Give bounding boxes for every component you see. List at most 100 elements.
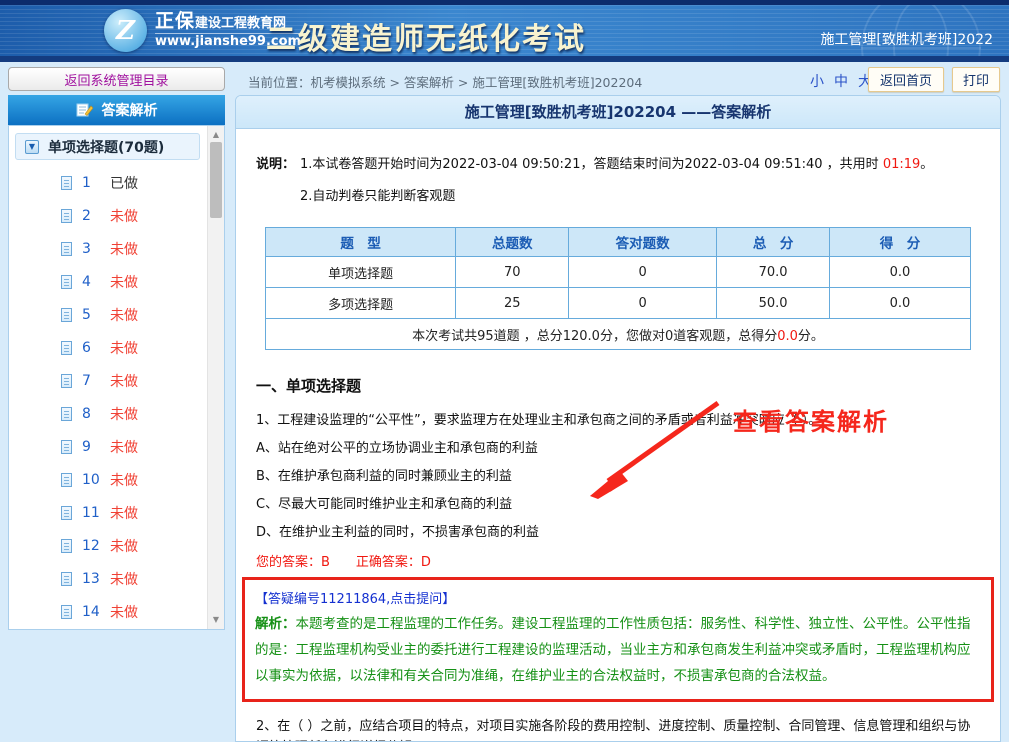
cell-total: 70: [456, 257, 569, 288]
question-status: 未做: [110, 569, 138, 589]
question-item-8[interactable]: 8 未做: [9, 397, 206, 430]
cell-type: 多项选择题: [266, 288, 456, 319]
breadcrumb: 当前位置：机考模拟系统 > 答案解析 > 施工管理[致胜机考班]202204: [248, 72, 642, 91]
question-item-11[interactable]: 11 未做: [9, 496, 206, 529]
col-earned-score: 得 分: [829, 228, 970, 257]
score-table-header-row: 题 型 总题数 答对题数 总 分 得 分: [266, 228, 971, 257]
question-item-14[interactable]: 14未做: [9, 595, 206, 628]
question-status: 未做: [110, 206, 138, 226]
question-number: 2: [82, 208, 100, 224]
document-icon: [61, 605, 72, 619]
document-icon: [61, 275, 72, 289]
back-to-admin-button[interactable]: 返回系统管理目录: [8, 67, 225, 91]
question-group-toggle[interactable]: ▼ 单项选择题(70题): [15, 133, 200, 160]
question-1-option-a: A、站在绝对公平的立场协调业主和承包商的利益: [256, 438, 980, 459]
question-item-6[interactable]: 6 未做: [9, 331, 206, 364]
question-number: 13: [82, 571, 100, 587]
sidebar-header-title: 答案解析: [102, 100, 158, 120]
notice-line-1: 1.本试卷答题开始时间为2022-03-04 09:50:21，答题结束时间为2…: [300, 153, 933, 172]
question-number: 3: [82, 241, 100, 257]
cell-score: 50.0: [717, 288, 830, 319]
notice-block: 说明： 1.本试卷答题开始时间为2022-03-04 09:50:21，答题结束…: [236, 129, 1000, 221]
col-total-count: 总题数: [456, 228, 569, 257]
question-status: 未做: [110, 536, 138, 556]
question-item-13[interactable]: 13 未做: [9, 562, 206, 595]
analysis-box-highlighted: 【答疑编号11211864,点击提问】 解析：本题考查的是工程监理的工作任务。建…: [242, 577, 994, 702]
question-item-7[interactable]: 7 未做: [9, 364, 206, 397]
question-status: 未做: [110, 404, 138, 424]
question-status: 未做: [110, 305, 138, 325]
question-number: 8: [82, 406, 100, 422]
sidebar-scrollbar[interactable]: ▲ ▼: [207, 126, 224, 629]
notice-line-2: 2.自动判卷只能判断客观题: [300, 185, 933, 204]
question-number: 1: [82, 175, 100, 191]
document-icon: [61, 440, 72, 454]
question-status: 未做: [110, 371, 138, 391]
question-number: 5: [82, 307, 100, 323]
toolbar: 返回系统管理目录 当前位置：机考模拟系统 > 答案解析 > 施工管理[致胜机考班…: [0, 62, 1009, 95]
question-number: 10: [82, 472, 100, 488]
scroll-up-icon[interactable]: ▲: [208, 128, 224, 142]
cell-earned: 0.0: [829, 257, 970, 288]
question-number: 6: [82, 340, 100, 356]
back-home-button[interactable]: 返回首页: [868, 67, 944, 92]
question-status: 未做: [110, 602, 138, 622]
score-table: 题 型 总题数 答对题数 总 分 得 分 单项选择题 70 0 70.0 0.0…: [265, 227, 971, 350]
question-nav-panel: ▼ 单项选择题(70题) 1已做 2未做 3未做 4未做 5未做 6未做 7未做…: [8, 125, 225, 630]
question-status: 未做: [110, 470, 138, 490]
question-1-option-c: C、尽最大可能同时维护业主和承包商的利益: [256, 494, 980, 515]
cell-score: 70.0: [717, 257, 830, 288]
question-item-1[interactable]: 1 已做: [9, 166, 206, 199]
course-label: 施工管理[致胜机考班]2022: [820, 29, 993, 49]
question-item-4[interactable]: 4未做: [9, 265, 206, 298]
question-item-9[interactable]: 9未做: [9, 430, 206, 463]
question-number: 4: [82, 274, 100, 290]
font-size-controls: 小 中 大: [810, 71, 872, 91]
logo-z-icon: Z: [104, 9, 147, 52]
scroll-down-icon[interactable]: ▼: [208, 613, 224, 627]
question-item-5[interactable]: 5 未做: [9, 298, 206, 331]
sidebar-header: 答案解析: [8, 95, 225, 125]
question-status: 未做: [110, 503, 138, 523]
notice-label: 说明：: [256, 153, 300, 217]
question-1-option-b: B、在维护承包商利益的同时兼顾业主的利益: [256, 466, 980, 487]
scrollbar-thumb[interactable]: [210, 142, 222, 218]
question-item-12[interactable]: 12未做: [9, 529, 206, 562]
question-number: 11: [82, 505, 100, 521]
answer-analysis-icon: [76, 102, 93, 118]
table-row: 多项选择题 25 0 50.0 0.0: [266, 288, 971, 319]
document-icon: [61, 308, 72, 322]
answer-line: 您的答案：B正确答案：D: [256, 552, 980, 573]
font-size-medium[interactable]: 中: [834, 71, 848, 91]
question-status: 已做: [110, 173, 138, 193]
question-number: 7: [82, 373, 100, 389]
question-2-text: 2、在（ ）之前，应结合项目的特点，对项目实施各阶段的费用控制、进度控制、质量控…: [256, 716, 980, 742]
question-item-10[interactable]: 10 未做: [9, 463, 206, 496]
question-1-option-d: D、在维护业主利益的同时，不损害承包商的利益: [256, 522, 980, 543]
document-icon: [61, 572, 72, 586]
document-icon: [61, 539, 72, 553]
print-button[interactable]: 打印: [952, 67, 1000, 92]
app-header: Z 正保建设工程教育网 www.jianshe99.com 二级建造师无纸化考试…: [0, 0, 1009, 62]
ask-question-link[interactable]: 【答疑编号11211864,点击提问】: [255, 588, 981, 607]
question-list: 1已做 2未做 3未做 4未做 5未做 6未做 7未做 8未做 9未做 10未做…: [9, 166, 206, 628]
document-icon: [61, 176, 72, 190]
document-icon: [61, 341, 72, 355]
question-number: 9: [82, 439, 100, 455]
correct-answer: 正确答案：D: [356, 555, 431, 570]
font-size-small[interactable]: 小: [810, 71, 824, 91]
chevron-down-icon[interactable]: ▼: [25, 140, 39, 154]
question-item-2[interactable]: 2 未做: [9, 199, 206, 232]
total-earned-score: 0.0: [777, 329, 798, 344]
question-status: 未做: [110, 338, 138, 358]
col-correct-count: 答对题数: [569, 228, 717, 257]
question-item-3[interactable]: 3未做: [9, 232, 206, 265]
section-heading: 一、单项选择题: [256, 375, 1000, 396]
header-main-band: Z 正保建设工程教育网 www.jianshe99.com 二级建造师无纸化考试…: [0, 5, 1009, 56]
cell-type: 单项选择题: [266, 257, 456, 288]
summary-cell: 本次考试共95道题 ，总分120.0分，您做对0道客观题，总得分0.0分。: [266, 319, 971, 350]
document-icon: [61, 473, 72, 487]
document-icon: [61, 374, 72, 388]
analysis-text: 解析：本题考查的是工程监理的工作任务。建设工程监理的工作性质包括：服务性、科学性…: [255, 611, 981, 689]
question-2-block: 2、在（ ）之前，应结合项目的特点，对项目实施各阶段的费用控制、进度控制、质量控…: [256, 716, 980, 742]
